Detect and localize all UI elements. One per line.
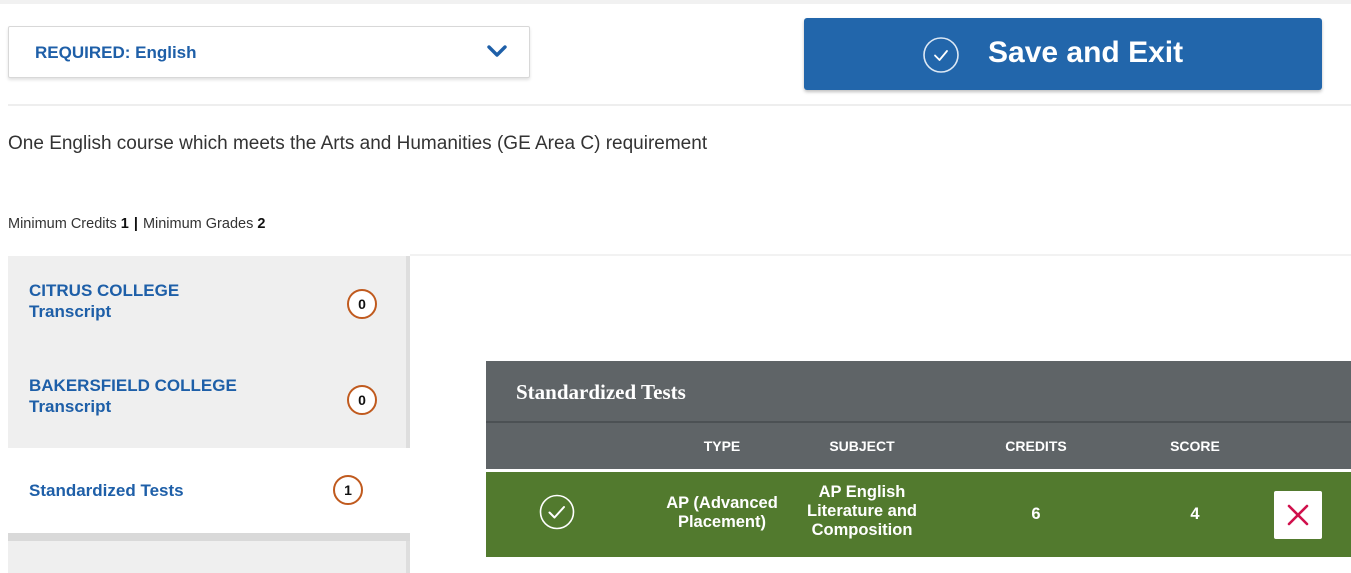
header-divider	[8, 104, 1351, 106]
min-grades-value: 2	[257, 216, 266, 232]
remove-test-button[interactable]	[1274, 491, 1322, 539]
save-and-exit-button[interactable]: Save and Exit	[804, 18, 1322, 90]
cell-type-line: Placement)	[677, 513, 767, 531]
cell-subject: AP English Literature and Composition	[802, 483, 922, 540]
min-credits-value: 1	[120, 216, 129, 232]
requirement-dropdown-value: REQUIRED: English	[35, 43, 197, 62]
close-icon	[1287, 504, 1309, 526]
source-item-citrus-college[interactable]: CITRUS COLLEGE Transcript 0	[8, 256, 410, 351]
min-credits-label: Minimum Credits	[8, 216, 117, 232]
count-badge: 0	[347, 289, 377, 319]
cell-type: AP (Advanced Placement)	[637, 494, 807, 532]
table-header: TYPE SUBJECT CREDITS SCORE	[486, 423, 1351, 469]
panel-title: Standardized Tests	[516, 380, 686, 404]
top-divider	[0, 0, 1351, 4]
minimums-separator: |	[133, 216, 138, 232]
panel-header: Standardized Tests	[486, 361, 1351, 421]
chevron-down-icon	[487, 45, 507, 57]
source-item-title: CITRUS COLLEGE	[29, 281, 180, 300]
check-circle-icon	[923, 37, 959, 73]
source-item-title: BAKERSFIELD COLLEGE	[29, 376, 237, 395]
check-circle-icon	[539, 494, 575, 530]
requirement-minimums: Minimum Credits 1 | Minimum Grades 2	[8, 216, 265, 232]
cell-credits: 6	[1031, 505, 1041, 523]
cell-subject-line: Composition	[811, 521, 913, 539]
source-item-subtitle: Transcript	[29, 397, 112, 416]
source-item-subtitle: Transcript	[29, 302, 112, 321]
source-list-empty-item	[8, 541, 410, 573]
column-header-credits: CREDITS	[1005, 438, 1067, 454]
source-list-divider	[8, 533, 410, 541]
source-item-standardized-tests[interactable]: Standardized Tests 1	[8, 448, 410, 533]
standardized-tests-panel: Standardized Tests TYPE SUBJECT CREDITS …	[486, 361, 1351, 557]
source-item-name: BAKERSFIELD COLLEGE Transcript	[29, 375, 237, 417]
source-item-name: CITRUS COLLEGE Transcript	[29, 280, 179, 322]
count-badge: 1	[333, 475, 363, 505]
cell-type-line: AP (Advanced	[666, 494, 778, 512]
source-item-title: Standardized Tests	[29, 481, 184, 500]
count-badge: 0	[347, 385, 377, 415]
cell-score: 4	[1190, 505, 1200, 523]
requirement-description: One English course which meets the Arts …	[8, 133, 708, 154]
content-divider	[410, 254, 1351, 256]
source-list: CITRUS COLLEGE Transcript 0 BAKERSFIELD …	[8, 256, 410, 573]
save-and-exit-label: Save and Exit	[988, 36, 1184, 69]
min-grades-label: Minimum Grades	[142, 216, 254, 232]
source-item-bakersfield-college[interactable]: BAKERSFIELD COLLEGE Transcript 0	[8, 351, 410, 448]
table-row: AP (Advanced Placement) AP English Liter…	[486, 472, 1351, 557]
requirement-dropdown[interactable]: REQUIRED: English	[8, 26, 530, 78]
cell-subject-line: Literature and	[806, 502, 918, 520]
column-header-score: SCORE	[1170, 438, 1220, 454]
page: REQUIRED: English Save and Exit One Engl…	[0, 0, 1351, 573]
column-header-subject: SUBJECT	[829, 438, 895, 454]
column-header-type: TYPE	[703, 438, 741, 454]
cell-subject-line: AP English	[818, 483, 906, 501]
